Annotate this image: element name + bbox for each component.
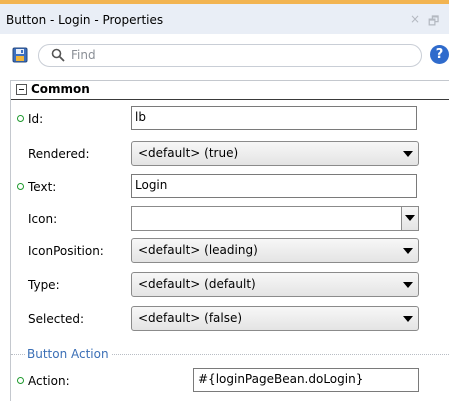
save-icon[interactable] <box>12 47 28 63</box>
id-label: Id: <box>28 112 44 126</box>
rendered-select[interactable]: <default> (true) <box>131 141 419 166</box>
text-field[interactable]: Login <box>131 174 417 198</box>
type-label: Type: <box>28 278 60 292</box>
id-field[interactable]: lb <box>131 106 417 130</box>
rendered-value: <default> (true) <box>138 146 239 160</box>
required-indicator-icon <box>17 377 24 384</box>
selected-select[interactable]: <default> (false) <box>131 306 419 331</box>
rendered-label: Rendered: <box>28 147 90 161</box>
property-row-text: Text: Login <box>11 171 449 205</box>
section-header-common[interactable]: Common <box>11 81 449 100</box>
title-bar: Button - Login - Properties × 🗗 <box>0 4 449 34</box>
section-title: Common <box>31 82 90 96</box>
subsection-title: Button Action <box>25 347 111 361</box>
required-indicator-icon <box>17 183 24 190</box>
toolbar: ? <box>0 34 449 76</box>
property-row-id: Id: lb <box>11 103 449 137</box>
help-icon[interactable]: ? <box>430 45 449 64</box>
search-icon <box>51 48 65 62</box>
property-row-rendered: Rendered: <default> (true) <box>11 138 449 172</box>
restore-icon[interactable]: 🗗 <box>428 12 439 33</box>
property-row-action: Action: #{loginPageBean.doLogin} <box>11 365 449 399</box>
icon-position-select[interactable]: <default> (leading) <box>131 238 419 263</box>
chevron-down-icon <box>405 215 415 221</box>
required-indicator-icon <box>17 115 24 122</box>
icon-dropdown-button[interactable] <box>401 207 418 230</box>
search-input[interactable] <box>71 46 401 64</box>
chevron-down-icon <box>403 248 413 254</box>
selected-label: Selected: <box>28 312 85 326</box>
window-title: Button - Login - Properties <box>6 13 164 27</box>
icon-position-label: IconPosition: <box>28 244 104 258</box>
chevron-down-icon <box>403 151 413 157</box>
chevron-down-icon <box>403 316 413 322</box>
close-icon[interactable]: × <box>410 12 420 26</box>
type-value: <default> (default) <box>138 277 256 291</box>
subsection-button-action: Button Action <box>11 347 449 361</box>
property-row-selected: Selected: <default> (false) <box>11 303 449 337</box>
action-field[interactable]: #{loginPageBean.doLogin} <box>193 368 419 392</box>
type-select[interactable]: <default> (default) <box>131 272 419 297</box>
property-row-type: Type: <default> (default) <box>11 269 449 303</box>
property-row-icon-position: IconPosition: <default> (leading) <box>11 235 449 269</box>
icon-label: Icon: <box>28 212 58 226</box>
icon-position-value: <default> (leading) <box>138 243 258 257</box>
chevron-down-icon <box>403 282 413 288</box>
collapse-icon[interactable] <box>16 84 27 95</box>
property-row-icon: Icon: <box>11 203 449 237</box>
text-label: Text: <box>28 180 57 194</box>
action-label: Action: <box>28 374 70 388</box>
search-box[interactable] <box>38 44 422 67</box>
selected-value: <default> (false) <box>138 311 243 325</box>
icon-combo[interactable] <box>131 206 419 231</box>
